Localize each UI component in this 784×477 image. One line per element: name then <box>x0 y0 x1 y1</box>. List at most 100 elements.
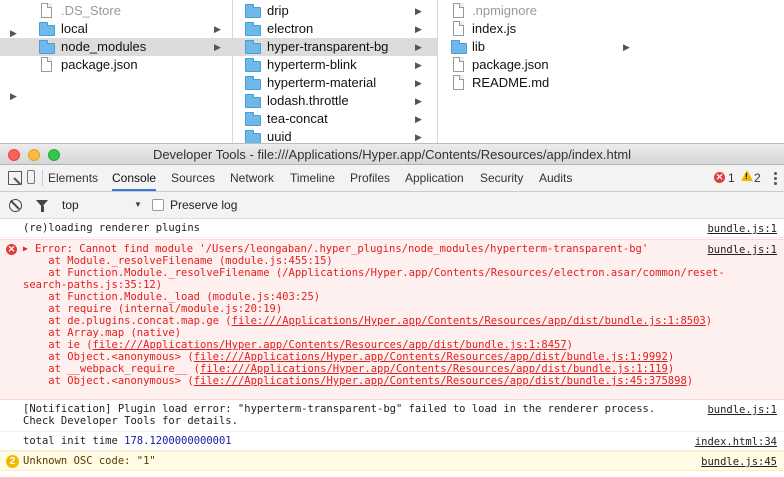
finder-column-1[interactable]: .DS_Storelocal ▶ node_modules ▶ package.json <box>0 0 233 143</box>
finder-item-name: README.md <box>472 75 550 90</box>
console-message-text: (re)loading renderer plugins <box>23 222 201 234</box>
folder-icon <box>245 58 261 72</box>
stack-file-link[interactable]: file:///Applications/Hyper.app/Contents/… <box>232 315 706 327</box>
finder-item-name: local <box>61 21 88 36</box>
folder-icon <box>245 112 261 126</box>
console-error: ✕ ▶ Error: Cannot find module '/Users/le… <box>0 239 784 400</box>
tab-elements[interactable]: Elements <box>48 165 98 191</box>
finder-item[interactable]: index.js <box>438 20 784 38</box>
source-link[interactable]: bundle.js:45 <box>701 456 777 468</box>
stack-file-link[interactable]: file:///Applications/Hyper.app/Contents/… <box>93 339 567 351</box>
stack-line-text: at __webpack_require__ ( <box>23 363 201 375</box>
finder-item-name: lodash.throttle <box>267 93 349 108</box>
tab-security[interactable]: Security <box>480 165 523 191</box>
finder-item[interactable]: package.json <box>438 56 784 74</box>
folder-icon <box>245 76 261 90</box>
context-selector[interactable]: top <box>62 198 79 212</box>
finder-item-name: drip <box>267 3 289 18</box>
inspect-element-icon[interactable] <box>8 171 22 185</box>
disclosure-arrow-icon: ▶ <box>415 78 422 88</box>
finder-item[interactable]: drip ▶ <box>233 2 437 20</box>
expand-triangle-icon[interactable]: ▶ <box>23 244 28 253</box>
disclosure-arrow-icon: ▶ <box>415 24 422 34</box>
folder-icon <box>39 40 55 54</box>
stack-line-text: at de.plugins.concat.map.ge ( <box>23 315 232 327</box>
error-count-icon[interactable]: ✕ <box>714 172 725 183</box>
tab-application[interactable]: Application <box>405 165 464 191</box>
source-link[interactable]: bundle.js:1 <box>707 244 777 256</box>
finder-item[interactable]: .npmignore <box>438 2 784 20</box>
finder-item[interactable]: uuid ▶ <box>233 128 437 143</box>
source-link[interactable]: bundle.js:1 <box>707 223 777 235</box>
disclosure-arrow-icon: ▶ <box>623 42 630 52</box>
clear-console-icon[interactable] <box>9 199 22 212</box>
device-mode-icon[interactable] <box>27 170 35 184</box>
finder-item[interactable]: hyper-transparent-bg ▶ <box>233 38 437 56</box>
file-icon <box>39 57 55 72</box>
tab-sources[interactable]: Sources <box>171 165 215 191</box>
disclosure-arrow-icon: ▶ <box>415 60 422 70</box>
finder-item[interactable]: node_modules ▶ <box>0 38 232 56</box>
more-options-icon[interactable] <box>774 172 777 185</box>
notification-line: Check Developer Tools for details. <box>23 415 238 427</box>
stack-line-suffix: ) <box>667 351 675 363</box>
preserve-log-checkbox[interactable] <box>152 199 164 211</box>
disclosure-arrow-icon: ▶ <box>214 42 221 52</box>
stack-line-text: at Object.<anonymous> ( <box>23 351 194 363</box>
warning-count-icon[interactable]: ! <box>741 170 753 181</box>
folder-icon <box>245 4 261 18</box>
finder-column-browser: .DS_Storelocal ▶ node_modules ▶ package.json… <box>0 0 784 143</box>
finder-item[interactable]: package.json <box>0 56 232 74</box>
error-count[interactable]: 1 <box>728 171 735 185</box>
source-link[interactable]: index.html:34 <box>695 436 777 448</box>
finder-item-name: hyper-transparent-bg <box>267 39 389 54</box>
finder-item[interactable]: README.md <box>438 74 784 92</box>
folder-icon <box>245 40 261 54</box>
warning-text: Unknown OSC code: "1" <box>23 455 156 467</box>
file-icon <box>451 75 467 90</box>
finder-item[interactable]: local ▶ <box>0 20 232 38</box>
filter-icon[interactable] <box>36 200 48 212</box>
disclosure-arrow-icon: ▶ <box>415 132 422 142</box>
stack-line-suffix: ) <box>686 375 694 387</box>
stack-line-suffix: ) <box>667 363 675 375</box>
finder-column-2[interactable]: drip ▶ electron ▶ hyper-transparent-bg ▶ hyper… <box>233 0 438 143</box>
tab-network[interactable]: Network <box>230 165 274 191</box>
tab-console[interactable]: Console <box>112 165 157 191</box>
finder-item-name: uuid <box>267 129 292 143</box>
stack-file-link[interactable]: file:///Applications/Hyper.app/Contents/… <box>194 351 668 363</box>
finder-item[interactable]: electron ▶ <box>233 20 437 38</box>
folder-icon <box>245 94 261 108</box>
file-icon <box>39 3 55 18</box>
chevron-down-icon[interactable]: ▼ <box>134 200 142 209</box>
tab-timeline[interactable]: Timeline <box>290 165 335 191</box>
disclosure-arrow-icon: ▶ <box>415 6 422 16</box>
finder-item[interactable]: lib ▶ <box>438 38 784 56</box>
finder-item[interactable]: hyperterm-blink ▶ <box>233 56 437 74</box>
warning-count[interactable]: 2 <box>754 171 761 185</box>
finder-item-name: package.json <box>472 57 549 72</box>
finder-item-name: .DS_Store <box>61 3 121 18</box>
console-message: [Notification] Plugin load error: "hyper… <box>0 401 784 432</box>
finder-item[interactable]: lodash.throttle ▶ <box>233 92 437 110</box>
stack-file-link[interactable]: file:///Applications/Hyper.app/Contents/… <box>194 375 687 387</box>
finder-column-3[interactable]: .npmignore index.js lib ▶ package.json README… <box>438 0 784 143</box>
preserve-log-label[interactable]: Preserve log <box>170 198 237 212</box>
collapse-arrow-icon[interactable]: ▶ <box>10 28 17 39</box>
stack-line-text: at ie ( <box>23 339 93 351</box>
folder-icon <box>39 22 55 36</box>
tab-audits[interactable]: Audits <box>539 165 572 191</box>
finder-item[interactable]: tea-concat ▶ <box>233 110 437 128</box>
console-output: (re)loading renderer plugins bundle.js:1… <box>0 219 784 477</box>
finder-item[interactable]: .DS_Store <box>0 2 232 20</box>
stack-file-link[interactable]: file:///Applications/Hyper.app/Contents/… <box>200 363 668 375</box>
finder-item-name: node_modules <box>61 39 147 54</box>
collapse-arrow-icon[interactable]: ▶ <box>10 91 17 102</box>
warning-repeat-count: 2 <box>6 455 19 468</box>
folder-icon <box>451 40 467 54</box>
stack-line: at Object.<anonymous> (file:///Applicati… <box>23 375 694 388</box>
source-link[interactable]: bundle.js:1 <box>707 404 777 416</box>
tab-profiles[interactable]: Profiles <box>350 165 390 191</box>
finder-item[interactable]: hyperterm-material ▶ <box>233 74 437 92</box>
finder-item-name: lib <box>472 39 486 54</box>
